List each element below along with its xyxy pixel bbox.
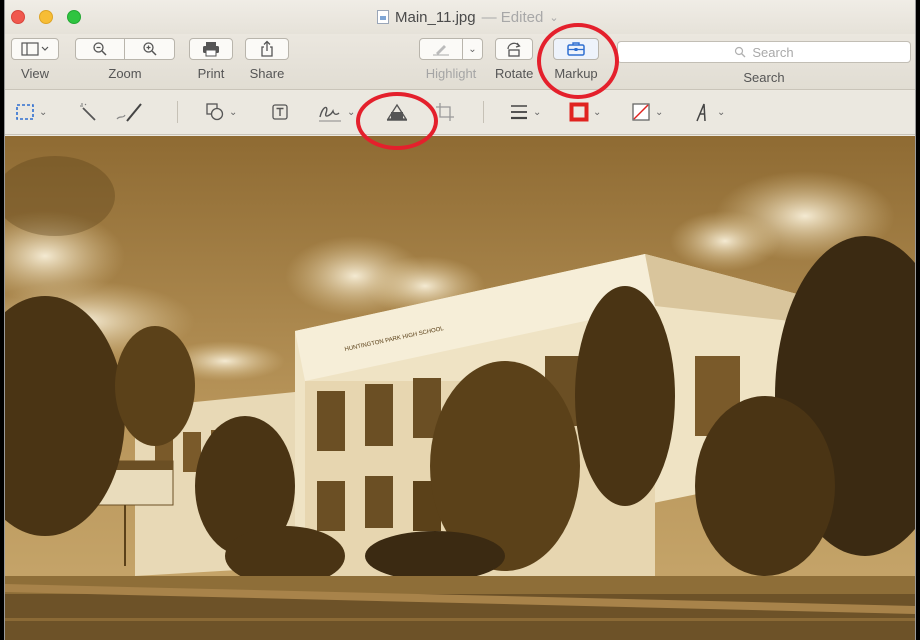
text-icon [272, 104, 288, 120]
share-button[interactable] [245, 38, 289, 60]
sidebar-icon [21, 42, 49, 56]
highlight-group: ⌄ Highlight [419, 38, 483, 81]
zoom-out-icon [93, 42, 107, 56]
highlight-button[interactable] [419, 38, 463, 60]
highlight-segmented-control: ⌄ [419, 38, 483, 60]
chevron-down-icon: ⌄ [468, 43, 477, 55]
close-window-button[interactable] [11, 10, 25, 24]
school-building-photo: HUNTINGTON PARK HIGH SCHOOL [5, 136, 915, 640]
edited-indicator: — Edited [481, 8, 544, 26]
rotate-label: Rotate [495, 66, 534, 81]
chevron-down-icon[interactable]: ⌄ [549, 11, 558, 24]
shapes-icon [206, 103, 224, 121]
zoom-in-icon [142, 42, 157, 56]
rotate-button[interactable] [495, 38, 534, 60]
search-input[interactable]: Search [617, 41, 911, 63]
zoom-in-button[interactable] [125, 38, 175, 60]
rotate-group: Rotate [495, 38, 533, 81]
shapes-tool[interactable]: ⌄ [205, 99, 237, 125]
highlight-icon [433, 45, 449, 56]
image-file-icon [377, 10, 389, 24]
search-icon [735, 46, 746, 58]
print-button[interactable] [189, 38, 233, 60]
chevron-down-icon: ⌄ [655, 106, 664, 118]
text-style-icon [696, 103, 706, 122]
chevron-down-icon: ⌄ [593, 106, 602, 118]
markup-button[interactable] [553, 38, 599, 60]
title-bar: Main_11.jpg — Edited ⌄ [5, 0, 915, 34]
adjust-color-icon [386, 103, 408, 121]
zoom-group: Zoom [75, 38, 175, 81]
crop-icon [436, 103, 454, 121]
chevron-down-icon: ⌄ [39, 106, 48, 118]
markup-toolbar: ⌄ ⌄ ⌄ ⌄ ⌄ ⌄ ⌄ [5, 91, 915, 135]
print-label: Print [197, 66, 225, 81]
shape-style-tool[interactable]: ⌄ [509, 99, 541, 125]
chevron-down-icon: ⌄ [347, 106, 356, 118]
view-label: View [21, 66, 49, 81]
view-button[interactable] [11, 38, 59, 60]
text-tool[interactable] [271, 99, 289, 125]
sign-icon [319, 106, 341, 122]
shape-style-icon [511, 105, 527, 120]
sketch-tool[interactable] [115, 99, 145, 125]
share-group: Share [245, 38, 289, 81]
minimize-window-button[interactable] [39, 10, 53, 24]
chevron-down-icon: ⌄ [229, 106, 238, 118]
toolbar-separator [177, 101, 178, 123]
zoom-label: Zoom [108, 66, 142, 81]
toolbar-separator [483, 101, 484, 123]
markup-label: Markup [554, 66, 598, 81]
sketch-icon [116, 103, 142, 122]
zoom-window-button[interactable] [67, 10, 81, 24]
share-label: Share [249, 66, 285, 81]
fill-color-icon [632, 103, 650, 121]
sepia-photo: HUNTINGTON PARK HIGH SCHOOL [5, 136, 915, 640]
rect-selection-tool[interactable]: ⌄ [15, 99, 47, 125]
instant-alpha-tool[interactable] [77, 99, 99, 125]
fill-color-tool[interactable]: ⌄ [631, 99, 663, 125]
search-placeholder: Search [752, 44, 794, 60]
window-title: Main_11.jpg — Edited ⌄ [377, 6, 559, 28]
chevron-down-icon: ⌄ [533, 106, 542, 118]
rect-selection-icon [16, 104, 34, 120]
view-group: View [11, 38, 59, 81]
crop-tool[interactable] [435, 99, 455, 125]
chevron-down-icon: ⌄ [717, 106, 726, 118]
text-style-tool[interactable]: ⌄ [693, 99, 725, 125]
zoom-out-button[interactable] [75, 38, 125, 60]
print-icon [203, 42, 219, 57]
preview-window: Main_11.jpg — Edited ⌄ View Zoom Print S… [4, 0, 916, 640]
markup-group: Markup [553, 38, 599, 81]
instant-alpha-icon [80, 103, 96, 121]
window-title-text: Main_11.jpg [395, 8, 476, 26]
sign-tool[interactable]: ⌄ [317, 99, 355, 125]
print-group: Print [189, 38, 233, 81]
highlight-label: Highlight [425, 66, 477, 81]
rotate-icon [507, 42, 521, 57]
border-color-icon [569, 102, 589, 122]
zoom-segmented-control [75, 38, 175, 60]
border-color-tool[interactable]: ⌄ [569, 99, 601, 125]
share-icon [261, 40, 273, 57]
search-label: Search [743, 70, 785, 85]
adjust-color-tool[interactable] [385, 99, 409, 125]
markup-toolbox-icon [567, 42, 585, 56]
highlight-menu-button[interactable]: ⌄ [463, 38, 483, 60]
